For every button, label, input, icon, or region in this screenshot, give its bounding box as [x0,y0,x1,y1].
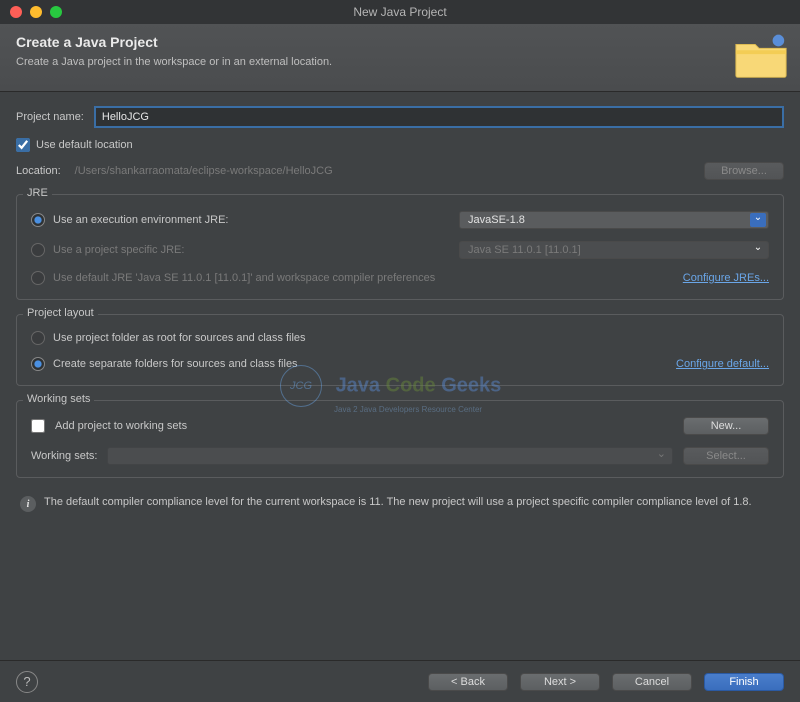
jre-default-radio[interactable] [31,271,45,285]
title-bar: New Java Project [0,0,800,24]
maximize-icon[interactable] [50,6,62,18]
new-working-set-button[interactable]: New... [683,417,769,435]
configure-jres-link[interactable]: Configure JREs... [683,272,769,284]
layout-separate-label: Create separate folders for sources and … [53,358,298,370]
select-working-set-button[interactable]: Select... [683,447,769,465]
page-subtitle: Create a Java project in the workspace o… [16,56,784,68]
configure-default-link[interactable]: Configure default... [676,358,769,370]
chevron-down-icon [750,243,766,257]
next-button[interactable]: Next > [520,673,600,691]
location-value: /Users/shankarraomata/eclipse-workspace/… [71,165,694,177]
project-name-input[interactable] [94,106,784,128]
add-working-sets-checkbox[interactable] [31,419,45,433]
project-layout-legend: Project layout [23,307,98,319]
working-sets-label: Working sets: [31,450,97,462]
finish-button[interactable]: Finish [704,673,784,691]
working-sets-group: Working sets Add project to working sets… [16,400,784,478]
layout-root-radio[interactable] [31,331,45,345]
jre-exec-env-select[interactable]: JavaSE-1.8 [459,211,769,229]
info-icon: i [20,496,36,512]
folder-icon [732,30,790,84]
help-button[interactable]: ? [16,671,38,693]
jre-legend: JRE [23,187,52,199]
wizard-banner: Create a Java Project Create a Java proj… [0,24,800,92]
jre-exec-env-radio[interactable] [31,213,45,227]
page-title: Create a Java Project [16,34,784,50]
window-controls [10,6,62,18]
location-label: Location: [16,165,61,177]
layout-root-label: Use project folder as root for sources a… [53,332,306,344]
minimize-icon[interactable] [30,6,42,18]
jre-project-specific-radio[interactable] [31,243,45,257]
wizard-footer: ? < Back Next > Cancel Finish [0,660,800,702]
jre-project-specific-label: Use a project specific JRE: [53,244,184,256]
jre-group: JRE Use an execution environment JRE: Ja… [16,194,784,300]
jre-default-label: Use default JRE 'Java SE 11.0.1 [11.0.1]… [53,272,435,284]
project-name-label: Project name: [16,111,84,123]
use-default-location-label: Use default location [36,139,133,151]
use-default-location-checkbox[interactable] [16,138,30,152]
browse-button[interactable]: Browse... [704,162,784,180]
working-sets-select [107,447,673,465]
close-icon[interactable] [10,6,22,18]
layout-separate-radio[interactable] [31,357,45,371]
info-text: The default compiler compliance level fo… [44,496,752,508]
jre-project-specific-select: Java SE 11.0.1 [11.0.1] [459,241,769,259]
back-button[interactable]: < Back [428,673,508,691]
cancel-button[interactable]: Cancel [612,673,692,691]
working-sets-legend: Working sets [23,393,94,405]
chevron-down-icon [750,213,766,227]
window-title: New Java Project [0,5,800,19]
add-working-sets-label: Add project to working sets [55,420,187,432]
project-layout-group: Project layout Use project folder as roo… [16,314,784,386]
jre-exec-env-label: Use an execution environment JRE: [53,214,228,226]
